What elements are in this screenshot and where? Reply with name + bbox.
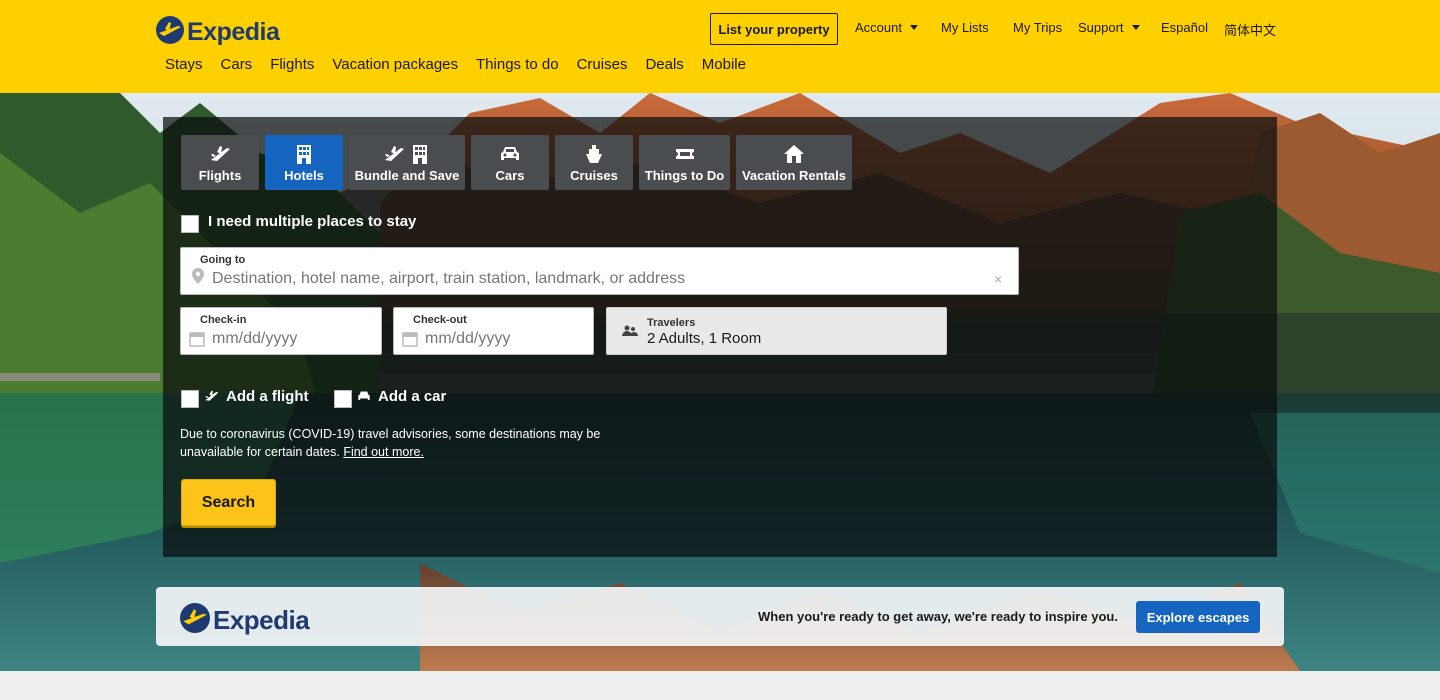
list-your-property-button[interactable]: List your property — [710, 13, 838, 45]
tab-hotels[interactable]: Hotels — [265, 135, 343, 190]
search-tabs: Flights Hotels Bundle and Save Cars Crui… — [181, 135, 858, 190]
check-out-label: Check-out — [413, 314, 467, 326]
calendar-icon — [189, 331, 205, 352]
travelers-label: Travelers — [647, 317, 696, 329]
nav-cruises[interactable]: Cruises — [577, 56, 628, 73]
banner-expedia-logo: Expedia — [180, 599, 310, 636]
people-icon — [622, 324, 638, 342]
car-icon — [499, 143, 521, 165]
multiple-places-label: I need multiple places to stay — [208, 213, 417, 230]
main-nav: Stays Cars Flights Vacation packages Thi… — [165, 56, 764, 73]
tab-things-label: Things to Do — [644, 167, 725, 183]
going-to-field[interactable]: Going to Destination, hotel name, airpor… — [180, 247, 1019, 295]
check-out-field[interactable]: Check-out mm/dd/yyyy — [393, 307, 594, 355]
nav-flights[interactable]: Flights — [270, 56, 314, 73]
check-in-field[interactable]: Check-in mm/dd/yyyy — [180, 307, 382, 355]
inspire-banner: Expedia When you're ready to get away, w… — [156, 587, 1284, 646]
plane-building-icon — [383, 143, 431, 165]
check-out-placeholder: mm/dd/yyyy — [425, 330, 511, 347]
going-to-label: Going to — [200, 254, 246, 266]
nav-things-to-do[interactable]: Things to do — [476, 56, 559, 73]
my-lists-link[interactable]: My Lists — [941, 20, 989, 35]
add-car-label: Add a car — [378, 388, 447, 405]
tab-cars[interactable]: Cars — [471, 135, 549, 190]
covid-notice: Due to coronavirus (COVID-19) travel adv… — [180, 425, 640, 461]
building-icon — [295, 143, 313, 165]
going-to-placeholder: Destination, hotel name, airport, train … — [212, 270, 686, 287]
location-pin-icon — [192, 268, 204, 289]
tab-flights-label: Flights — [198, 167, 242, 183]
nav-mobile[interactable]: Mobile — [702, 56, 746, 73]
banner-brand-wordmark: Expedia — [213, 605, 310, 635]
tab-hotels-label: Hotels — [284, 167, 324, 183]
support-label: Support — [1078, 20, 1124, 35]
plane-icon — [209, 143, 231, 165]
banner-message: When you're ready to get away, we're rea… — [758, 609, 1118, 624]
my-trips-link[interactable]: My Trips — [1013, 20, 1062, 35]
language-chinese-link[interactable]: 简体中文 — [1224, 20, 1276, 39]
check-in-label: Check-in — [200, 314, 247, 326]
chevron-down-icon — [1131, 25, 1140, 30]
multiple-places-checkbox[interactable] — [181, 215, 199, 233]
check-in-placeholder: mm/dd/yyyy — [212, 330, 298, 347]
tab-vacation-rentals[interactable]: Vacation Rentals — [736, 135, 852, 190]
ship-icon — [584, 143, 604, 165]
globe-plane-icon — [180, 602, 210, 633]
support-menu[interactable]: Support — [1078, 20, 1140, 35]
add-car-checkbox[interactable] — [334, 390, 352, 408]
find-out-more-link[interactable]: Find out more. — [343, 445, 424, 459]
explore-escapes-button[interactable]: Explore escapes — [1136, 601, 1260, 633]
nav-cars[interactable]: Cars — [221, 56, 253, 73]
tab-things-to-do[interactable]: Things to Do — [639, 135, 730, 190]
globe-plane-icon — [156, 15, 184, 44]
expedia-logo[interactable]: Expedia — [156, 12, 280, 47]
nav-stays[interactable]: Stays — [165, 56, 203, 73]
site-header: Expedia List your property Account My Li… — [0, 0, 1440, 93]
language-espanol-link[interactable]: Español — [1161, 20, 1208, 35]
house-icon — [783, 143, 805, 165]
tab-flights[interactable]: Flights — [181, 135, 259, 190]
tab-rentals-label: Vacation Rentals — [741, 167, 847, 183]
tab-cars-label: Cars — [495, 167, 525, 183]
add-flight-label: Add a flight — [226, 388, 309, 405]
tab-bundle-label: Bundle and Save — [354, 167, 460, 183]
account-menu[interactable]: Account — [855, 20, 918, 35]
tab-cruises-label: Cruises — [570, 167, 618, 183]
plane-icon — [204, 389, 219, 408]
calendar-icon — [402, 331, 418, 352]
car-icon — [357, 389, 371, 407]
tab-bundle-and-save[interactable]: Bundle and Save — [349, 135, 465, 190]
nav-vacation-packages[interactable]: Vacation packages — [332, 56, 458, 73]
search-button[interactable]: Search — [181, 479, 276, 526]
account-label: Account — [855, 20, 902, 35]
brand-wordmark: Expedia — [187, 18, 280, 46]
tab-cruises[interactable]: Cruises — [555, 135, 633, 190]
clear-x-icon[interactable]: × — [994, 271, 1002, 287]
chevron-down-icon — [909, 25, 918, 30]
ticket-icon — [674, 143, 696, 165]
nav-deals[interactable]: Deals — [645, 56, 683, 73]
travelers-field[interactable]: Travelers 2 Adults, 1 Room — [606, 307, 947, 355]
page-footer-strip — [0, 671, 1440, 700]
add-flight-checkbox[interactable] — [181, 390, 199, 408]
travelers-value: 2 Adults, 1 Room — [647, 330, 762, 347]
